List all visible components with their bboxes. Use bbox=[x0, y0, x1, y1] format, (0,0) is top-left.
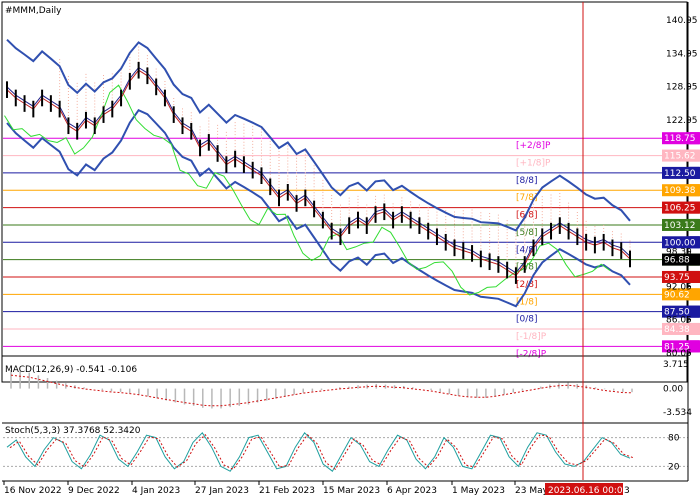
date-label: 4 Jan 2023 bbox=[132, 486, 180, 496]
macd-title: MACD(12,26,9) -0.541 -0.106 bbox=[5, 365, 137, 375]
murrey-level-label: [-2/8]P bbox=[516, 349, 547, 359]
date-label: 27 Jan 2023 bbox=[195, 486, 249, 496]
murrey-level-label: [5/8] bbox=[516, 228, 538, 238]
stoch-tick-label: 80 bbox=[668, 434, 680, 444]
price-tick-label: 92.05 bbox=[666, 282, 692, 292]
symbol-title: #MMM,Daily bbox=[5, 6, 62, 16]
macd-tick-label: 0.00 bbox=[663, 385, 683, 395]
date-label: 6 Apr 2023 bbox=[387, 486, 437, 496]
murrey-level-label: [8/8] bbox=[516, 176, 538, 186]
stoch-tick-label: 20 bbox=[668, 462, 680, 472]
murrey-level-tag-text: 112.50 bbox=[664, 169, 696, 179]
date-label: 16 Nov 2022 bbox=[4, 486, 62, 496]
date-label: 15 Mar 2023 bbox=[323, 486, 380, 496]
stoch-main-line bbox=[6, 432, 631, 472]
trading-chart: [+2/8]P[+1/8]P[8/8][7/8][6/8][5/8][4/8][… bbox=[1, 1, 700, 496]
stoch-signal-line bbox=[9, 433, 634, 471]
stoch-title: Stoch(5,3,3) 37.3768 52.3420 bbox=[5, 426, 141, 436]
price-tick-label: 128.05 bbox=[666, 83, 698, 93]
macd-signal-line bbox=[10, 374, 633, 407]
murrey-level-tag-text: 115.62 bbox=[664, 152, 696, 162]
murrey-level-tag-text: 106.25 bbox=[664, 204, 696, 214]
murrey-level-label: [0/8] bbox=[516, 315, 538, 325]
date-cursor-tag: 2023.06.16 00:00 bbox=[548, 486, 629, 496]
price-tick-label: 86.05 bbox=[666, 316, 692, 326]
date-label: 21 Feb 2023 bbox=[259, 486, 315, 496]
murrey-level-label: [+1/8]P bbox=[516, 159, 551, 169]
murrey-level-tag-text: 84.38 bbox=[664, 325, 690, 335]
macd-tick-label: 3.715 bbox=[663, 360, 689, 370]
date-cursor-tail: 3 bbox=[624, 486, 630, 496]
price-tick-label: 134.05 bbox=[666, 49, 698, 59]
current-price-tag-text: 96.88 bbox=[664, 256, 690, 266]
murrey-level-tag-text: 118.75 bbox=[664, 134, 696, 144]
murrey-level-tag-text: 103.12 bbox=[664, 221, 696, 231]
murrey-level-label: [+2/8]P bbox=[516, 141, 551, 151]
date-label: 9 Dec 2022 bbox=[68, 486, 120, 496]
murrey-level-label: [-1/8]P bbox=[516, 332, 547, 342]
date-label: 1 May 2023 bbox=[452, 486, 505, 496]
price-tick-label: 140.05 bbox=[666, 16, 698, 26]
murrey-level-tag-text: 109.38 bbox=[664, 186, 696, 196]
price-tick-label: 122.05 bbox=[666, 116, 698, 126]
price-tick-label: 80.05 bbox=[666, 349, 692, 359]
